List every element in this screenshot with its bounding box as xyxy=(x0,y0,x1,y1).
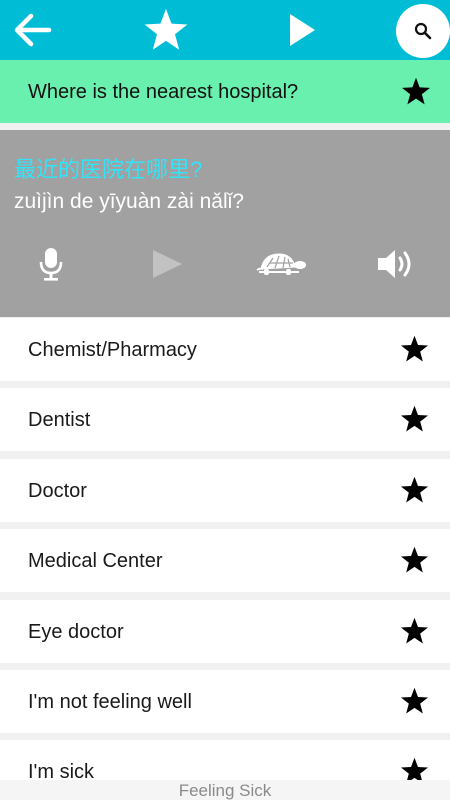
star-icon[interactable] xyxy=(400,335,429,363)
star-icon[interactable] xyxy=(400,476,429,504)
speaker-icon xyxy=(378,250,411,278)
record-button[interactable] xyxy=(36,242,66,286)
search-button[interactable] xyxy=(396,4,450,58)
list-item[interactable]: Chemist/Pharmacy xyxy=(0,318,450,381)
star-icon xyxy=(144,8,188,50)
search-icon xyxy=(414,22,432,40)
play-icon xyxy=(153,250,182,278)
list-item[interactable]: I'm not feeling well xyxy=(0,670,450,733)
selected-phrase-row[interactable]: Where is the nearest hospital? xyxy=(0,60,450,123)
category-label: Feeling Sick xyxy=(178,781,272,800)
list-item[interactable]: Doctor xyxy=(0,459,450,522)
category-footer: Feeling Sick xyxy=(0,780,450,800)
selected-phrase-text: Where is the nearest hospital? xyxy=(28,81,299,103)
pinyin-text: zuìjìn de yīyuàn zài nǎlǐ? xyxy=(14,190,244,213)
star-icon[interactable] xyxy=(400,546,429,574)
list-item-label: Medical Center xyxy=(28,550,163,572)
favorite-star-icon[interactable] xyxy=(401,77,431,106)
play-all-button[interactable] xyxy=(278,0,326,60)
microphone-icon xyxy=(39,248,63,281)
turtle-icon xyxy=(256,253,306,275)
play-icon xyxy=(290,14,315,46)
list-item[interactable]: Dentist xyxy=(0,388,450,451)
slow-play-button[interactable] xyxy=(252,242,310,286)
translation-card: 最近的医院在哪里? zuìjìn de yīyuàn zài nǎlǐ? xyxy=(0,130,450,317)
star-icon[interactable] xyxy=(400,687,429,715)
star-icon[interactable] xyxy=(400,617,429,645)
favorites-button[interactable] xyxy=(140,0,192,60)
arrow-left-icon xyxy=(14,13,52,47)
list-item-label: Chemist/Pharmacy xyxy=(28,339,197,361)
play-translation-button[interactable] xyxy=(146,242,188,286)
list-item[interactable]: Medical Center xyxy=(0,529,450,592)
back-button[interactable] xyxy=(8,0,58,60)
star-icon[interactable] xyxy=(400,405,429,433)
list-item-label: Doctor xyxy=(28,480,87,502)
volume-button[interactable] xyxy=(374,242,418,286)
top-toolbar xyxy=(0,0,450,60)
list-item-label: Eye doctor xyxy=(28,621,124,643)
list-item-label: I'm not feeling well xyxy=(28,691,192,713)
list-item-label: Dentist xyxy=(28,409,91,431)
chinese-translation: 最近的医院在哪里? xyxy=(14,157,203,182)
list-item[interactable]: Eye doctor xyxy=(0,600,450,663)
